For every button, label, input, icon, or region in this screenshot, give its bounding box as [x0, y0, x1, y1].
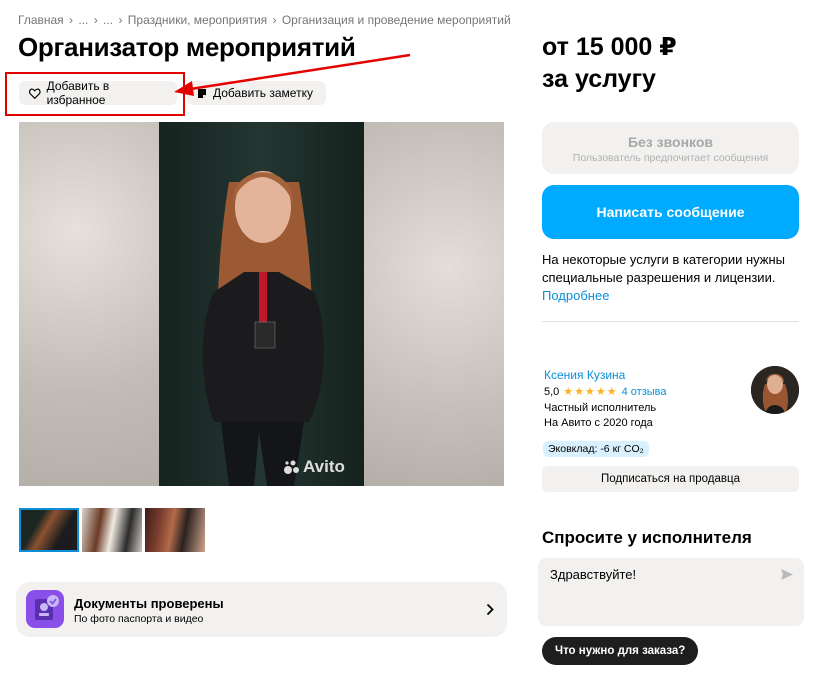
avito-watermark: Avito — [283, 457, 345, 477]
annotation-highlight-box — [5, 72, 185, 116]
document-verified-icon — [26, 590, 64, 628]
send-icon[interactable] — [780, 568, 794, 581]
thumbnail-2[interactable] — [82, 508, 142, 552]
thumbnail-1[interactable] — [19, 508, 79, 552]
documents-title: Документы проверены — [74, 596, 224, 611]
license-text: На некоторые услуги в категории нужны сп… — [542, 252, 785, 285]
quick-question-chip[interactable]: Что нужно для заказа? — [542, 637, 699, 665]
documents-subtitle: По фото паспорта и видео — [74, 613, 204, 625]
seller-since: На Авито с 2020 года — [544, 417, 653, 429]
license-info: На некоторые услуги в категории нужны сп… — [542, 251, 802, 305]
price-amount: от 15 000 ₽ — [542, 33, 677, 61]
main-photo[interactable]: Avito — [159, 122, 364, 486]
divider — [542, 321, 799, 322]
breadcrumb: Главная › ... › ... › Праздники, меропри… — [18, 13, 511, 27]
chevron-right-icon — [486, 603, 494, 616]
ask-section-title: Спросите у исполнителя — [542, 528, 752, 547]
breadcrumb-category[interactable]: Праздники, мероприятия — [128, 13, 267, 27]
no-calls-button: Без звонков Пользователь предпочитает со… — [542, 122, 799, 174]
no-calls-title: Без звонков — [627, 134, 714, 150]
blurred-background-right — [364, 122, 504, 486]
rating-value: 5,0 — [544, 385, 560, 398]
seller-type: Частный исполнитель — [544, 402, 657, 414]
price-unit: за услугу — [542, 65, 656, 93]
eco-badge[interactable]: Эковклад: -6 кг CO₂ — [543, 441, 649, 457]
breadcrumb-ellipsis[interactable]: ... — [103, 13, 113, 27]
message-input-text[interactable]: Здравствуйте! — [550, 567, 636, 582]
avito-logo-icon — [284, 460, 299, 474]
breadcrumb-ellipsis[interactable]: ... — [78, 13, 88, 27]
write-message-button[interactable]: Написать сообщение — [542, 185, 799, 239]
seller-name[interactable]: Ксения Кузина — [544, 368, 625, 382]
seller-avatar[interactable] — [751, 366, 799, 414]
reviews-link[interactable]: 4 отзыва — [622, 386, 667, 398]
thumbnail-3[interactable] — [145, 508, 205, 552]
seller-rating: 5,0 ★★★★★ 4 отзыва — [544, 385, 667, 399]
star-rating-icon: ★★★★★ — [563, 386, 618, 398]
more-link[interactable]: Подробнее — [542, 287, 802, 305]
price: от 15 000 ₽ за услугу — [542, 31, 677, 95]
blurred-background-left — [19, 122, 159, 486]
annotation-arrow — [174, 53, 411, 96]
photo-gallery[interactable]: Avito — [19, 122, 504, 486]
documents-verified-card[interactable]: Документы проверены По фото паспорта и в… — [16, 582, 507, 637]
breadcrumb-home[interactable]: Главная — [18, 13, 64, 27]
subscribe-button[interactable]: Подписаться на продавца — [542, 466, 799, 492]
breadcrumb-subcategory[interactable]: Организация и проведение мероприятий — [282, 13, 511, 27]
no-calls-subtitle: Пользователь предпочитает сообщения — [572, 152, 769, 164]
